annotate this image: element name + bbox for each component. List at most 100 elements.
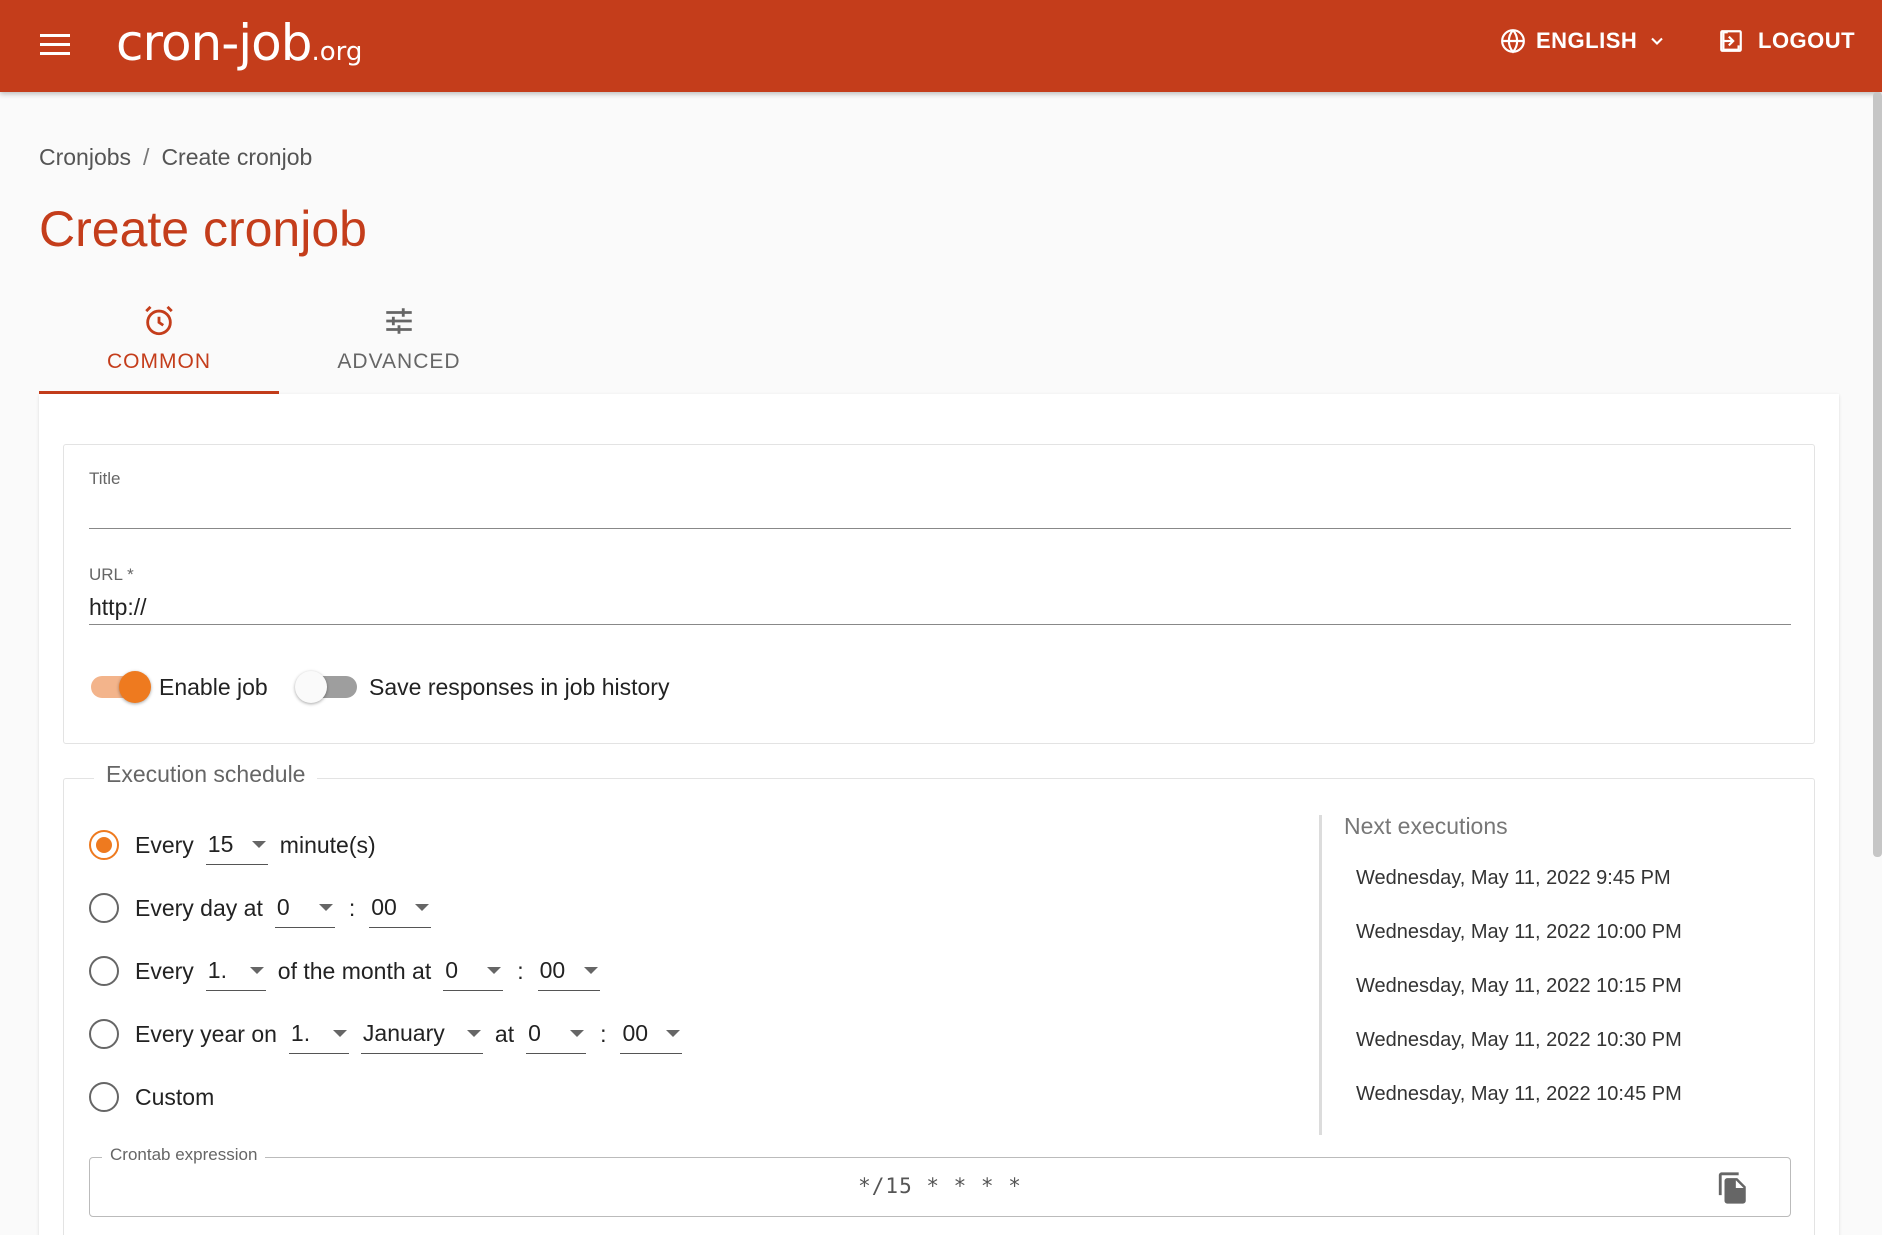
caret-down-icon: [583, 967, 598, 974]
common-settings-card: Title URL * Enable job Save responses in…: [39, 394, 1839, 1235]
caret-down-icon: [466, 1030, 481, 1037]
execution-schedule-legend: Execution schedule: [94, 761, 318, 788]
yearly-minute-select[interactable]: 00: [620, 1014, 683, 1054]
yearly-month-select[interactable]: January: [360, 1014, 483, 1054]
logo[interactable]: cron-job.org: [116, 14, 362, 72]
crontab-expression-value: */15 * * * *: [858, 1174, 1022, 1198]
logout-icon: [1720, 30, 1742, 52]
schedule-option-daily: Every day at 0 : 00: [89, 888, 443, 928]
logout-button[interactable]: LOGOUT: [1718, 28, 1855, 54]
next-executions-divider: [1319, 815, 1322, 1135]
yearly-mid: at: [494, 1020, 515, 1047]
yearly-day-select[interactable]: 1.: [288, 1014, 349, 1054]
next-execution-item: Wednesday, May 11, 2022 10:30 PM: [1356, 1029, 1682, 1051]
caret-down-icon: [666, 1030, 681, 1037]
yearly-hour-select[interactable]: 0: [526, 1014, 587, 1054]
caret-down-icon: [249, 967, 264, 974]
enable-job-toggle[interactable]: [91, 671, 151, 703]
daily-prefix: Every day at: [135, 894, 263, 921]
monthly-day-select[interactable]: 1.: [205, 951, 266, 991]
every-minutes-suffix: minute(s): [279, 831, 376, 858]
caret-down-icon: [415, 904, 430, 911]
daily-hour-select[interactable]: 0: [274, 888, 335, 928]
next-execution-item: Wednesday, May 11, 2022 10:45 PM: [1356, 1083, 1682, 1105]
url-input[interactable]: [89, 591, 1791, 625]
title-input[interactable]: [89, 495, 1791, 529]
custom-label: Custom: [135, 1083, 215, 1110]
yearly-prefix: Every year on: [135, 1020, 277, 1047]
language-selector[interactable]: ENGLISH: [1500, 28, 1667, 54]
job-basics-panel: Title URL * Enable job Save responses in…: [63, 444, 1815, 744]
tab-common-label: COMMON: [107, 350, 211, 373]
alarm-icon: [145, 305, 173, 336]
schedule-option-every-minutes: Every 15 minute(s): [89, 825, 376, 865]
breadcrumb-cronjobs[interactable]: Cronjobs: [39, 144, 131, 170]
every-minutes-prefix: Every: [135, 831, 194, 858]
monthly-minute-select[interactable]: 00: [537, 951, 600, 991]
yearly-day-value: 1.: [290, 1020, 311, 1046]
yearly-minute-value: 00: [622, 1020, 649, 1046]
next-execution-item: Wednesday, May 11, 2022 10:00 PM: [1356, 921, 1682, 943]
schedule-option-custom: Custom: [89, 1077, 214, 1117]
save-responses-toggle-knob: [295, 671, 327, 703]
page-scrollbar[interactable]: [1873, 92, 1882, 857]
logout-label: LOGOUT: [1758, 28, 1856, 53]
daily-minute-select[interactable]: 00: [369, 888, 432, 928]
monthly-hour-value: 0: [445, 957, 459, 983]
schedule-option-yearly: Every year on 1. January at 0 : 00: [89, 1014, 694, 1054]
next-executions-title: Next executions: [1344, 813, 1508, 839]
schedule-option-monthly: Every 1. of the month at 0 : 00: [89, 951, 612, 991]
menu-icon[interactable]: [40, 30, 74, 62]
enable-job-label: Enable job: [159, 674, 268, 700]
radio-yearly[interactable]: [89, 1019, 119, 1049]
tab-advanced-label: ADVANCED: [337, 350, 461, 373]
title-label: Title: [89, 469, 121, 488]
save-responses-label: Save responses in job history: [369, 674, 670, 700]
radio-daily[interactable]: [89, 893, 119, 923]
minutes-interval-value: 15: [207, 831, 234, 857]
next-execution-item: Wednesday, May 11, 2022 10:15 PM: [1356, 975, 1682, 997]
next-execution-item: Wednesday, May 11, 2022 9:45 PM: [1356, 867, 1671, 889]
daily-hour-value: 0: [276, 894, 290, 920]
top-app-bar: cron-job.org ENGLISH LOGOUT: [0, 0, 1882, 92]
yearly-month-value: January: [362, 1020, 445, 1046]
yearly-hour-value: 0: [528, 1020, 541, 1046]
monthly-prefix: Every: [135, 957, 194, 984]
monthly-day-value: 1.: [207, 957, 227, 983]
caret-down-icon: [251, 841, 266, 848]
time-colon: :: [517, 957, 524, 984]
monthly-mid: of the month at: [277, 957, 432, 984]
crontab-expression-field: Crontab expression */15 * * * *: [89, 1145, 1791, 1217]
logo-suffix: .org: [311, 37, 363, 67]
tab-common[interactable]: COMMON: [39, 298, 279, 394]
tab-advanced[interactable]: ADVANCED: [279, 298, 519, 394]
logo-text: cron-job: [116, 14, 312, 72]
chevron-down-icon: [1651, 37, 1664, 45]
breadcrumb-current: Create cronjob: [161, 144, 313, 170]
time-colon: :: [348, 894, 356, 921]
daily-minute-value: 00: [371, 894, 397, 920]
time-colon: :: [600, 1020, 607, 1047]
url-label: URL *: [89, 565, 134, 584]
language-label: ENGLISH: [1536, 28, 1638, 53]
enable-job-toggle-knob: [119, 671, 151, 703]
radio-custom[interactable]: [89, 1082, 119, 1112]
execution-schedule-panel: Execution schedule Every 15 minute(s) Ev…: [63, 761, 1815, 1235]
tune-icon: [386, 308, 412, 334]
crontab-expression-label: Crontab expression: [102, 1145, 266, 1165]
page-title: Create cronjob: [39, 201, 367, 257]
copy-icon: [1718, 1172, 1746, 1204]
breadcrumb: Cronjobs / Create cronjob: [39, 144, 312, 171]
caret-down-icon: [570, 1030, 585, 1037]
copy-button[interactable]: [1716, 1170, 1750, 1211]
save-responses-toggle[interactable]: [295, 671, 357, 703]
caret-down-icon: [332, 1030, 347, 1037]
monthly-hour-select[interactable]: 0: [443, 951, 504, 991]
monthly-minute-value: 00: [539, 957, 566, 983]
radio-every-minutes[interactable]: [89, 830, 119, 860]
caret-down-icon: [487, 967, 502, 974]
minutes-interval-select[interactable]: 15: [205, 825, 268, 865]
breadcrumb-separator: /: [143, 144, 150, 170]
radio-monthly[interactable]: [89, 956, 119, 986]
globe-icon: [1501, 29, 1525, 54]
